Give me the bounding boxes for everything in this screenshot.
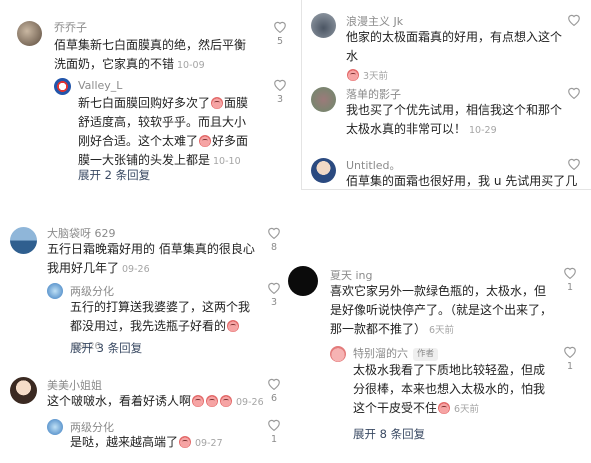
avatar[interactable] xyxy=(311,158,336,183)
avatar[interactable] xyxy=(311,13,336,38)
reply-text[interactable]: 新七白面膜回购好多次了 面膜舒适度高，较软乎乎。而且大小刚好合适。这个太难了 好多面… xyxy=(78,94,256,171)
emoji-icon xyxy=(211,97,224,109)
reply-timestamp: 09-27 xyxy=(195,438,223,449)
emoji-icon xyxy=(220,395,233,407)
comment-text[interactable]: 这个啵啵水，看着好诱人啊 09-26 xyxy=(47,392,264,412)
heart-icon xyxy=(564,346,576,358)
comment-username[interactable]: 夏天 ing xyxy=(330,267,373,283)
like-button[interactable]: 5 xyxy=(272,20,288,47)
expand-replies-button[interactable]: 展开 8 条回复 xyxy=(353,426,425,442)
comment-username[interactable]: 浪漫主义 Jk xyxy=(346,13,403,29)
like-button[interactable] xyxy=(566,13,582,26)
like-button[interactable]: 1 xyxy=(562,266,578,293)
like-button[interactable]: 3 xyxy=(272,78,288,105)
like-button[interactable] xyxy=(566,86,582,99)
like-button[interactable]: 6 xyxy=(266,377,282,404)
heart-icon xyxy=(568,14,580,26)
heart-icon xyxy=(568,87,580,99)
comment-timestamp: 09-26 xyxy=(236,397,264,408)
heart-icon xyxy=(268,227,280,239)
avatar[interactable] xyxy=(54,78,71,95)
comment-text[interactable]: 我也买了个优先试用，相信我这个和那个太极水真的非常可以！ 10-29 xyxy=(346,101,566,140)
comment-username[interactable]: 美美小姐姐 xyxy=(47,377,102,393)
like-button[interactable]: 8 xyxy=(266,226,282,253)
avatar[interactable] xyxy=(288,266,318,296)
comment-text[interactable]: 喜欢它家另外一款绿色瓶的，太极水，但是好像听说快停产了。（就是这个出来了，那一款… xyxy=(330,282,552,340)
like-count: 1 xyxy=(270,434,278,445)
heart-icon xyxy=(274,21,286,33)
like-count: 5 xyxy=(276,36,284,47)
heart-icon xyxy=(268,282,280,294)
comment-username[interactable]: 落单的影子 xyxy=(346,86,401,102)
comment-username[interactable]: 乔乔子 xyxy=(54,19,87,35)
column-divider xyxy=(301,0,302,190)
heart-icon xyxy=(564,267,576,279)
heart-icon xyxy=(268,378,280,390)
comment-timestamp: 10-09 xyxy=(177,60,205,71)
like-count: 6 xyxy=(270,393,278,404)
avatar[interactable] xyxy=(330,346,346,362)
like-count: 1 xyxy=(566,282,574,293)
avatar[interactable] xyxy=(10,227,37,254)
like-button[interactable] xyxy=(566,157,582,170)
expand-replies-button[interactable]: 展开 3 条回复 xyxy=(70,340,142,356)
reply-timestamp: 10-10 xyxy=(213,156,241,167)
comment-text[interactable]: 他家的太极面霜真的好用，有点想入这个水 3天前 xyxy=(346,28,568,86)
like-button[interactable]: 1 xyxy=(266,418,282,445)
like-button[interactable]: 3 xyxy=(266,281,282,308)
comment-timestamp: 3天前 xyxy=(363,71,389,82)
avatar[interactable] xyxy=(47,283,63,299)
comment-text[interactable]: 五行日霜晚霜好用的 佰草集真的很良心 我用好几年了 09-26 xyxy=(47,240,255,279)
like-button[interactable]: 1 xyxy=(562,345,578,372)
comment-text[interactable]: 佰草集的面霜也很好用，我 u 先试用买了几 xyxy=(346,172,586,191)
comment-timestamp: 6天前 xyxy=(429,325,455,336)
emoji-icon xyxy=(347,69,359,81)
avatar[interactable] xyxy=(47,419,63,435)
emoji-icon xyxy=(206,395,219,407)
heart-icon xyxy=(568,158,580,170)
comment-timestamp: 09-26 xyxy=(122,264,150,275)
author-badge: 作者 xyxy=(413,348,439,361)
avatar[interactable] xyxy=(311,87,336,112)
emoji-icon xyxy=(199,135,212,147)
avatar[interactable] xyxy=(17,21,42,46)
reply-timestamp: 6天前 xyxy=(454,404,480,415)
comment-timestamp: 10-29 xyxy=(469,125,497,136)
like-count: 3 xyxy=(276,94,284,105)
reply-text[interactable]: 太极水我看了下质地比较轻盈，但成分很棒，本来也想入太极水的，怕我这个干皮受不住 6… xyxy=(353,361,553,419)
like-count: 3 xyxy=(270,297,278,308)
heart-icon xyxy=(274,79,286,91)
emoji-icon xyxy=(227,320,240,332)
like-count: 1 xyxy=(566,361,574,372)
comment-username[interactable]: Untitled。 xyxy=(346,157,401,173)
comment-text[interactable]: 佰草集新七白面膜真的绝，然后平衡洗面奶，它家真的不错 10-09 xyxy=(54,36,254,75)
emoji-icon xyxy=(179,436,192,448)
avatar[interactable] xyxy=(10,377,37,404)
emoji-icon xyxy=(192,395,205,407)
like-count: 8 xyxy=(270,242,278,253)
reply-username[interactable]: 特别溜的六 作者 xyxy=(353,345,439,361)
expand-replies-button[interactable]: 展开 2 条回复 xyxy=(78,167,150,183)
comment-username[interactable]: 大脑袋呀 629 xyxy=(47,225,116,241)
emoji-icon xyxy=(438,402,451,414)
reply-username[interactable]: Valley_L xyxy=(78,79,122,92)
reply-username[interactable]: 两级分化 xyxy=(70,283,114,299)
heart-icon xyxy=(268,419,280,431)
reply-text[interactable]: 是哒，越来越高端了 09-27 xyxy=(70,433,250,453)
